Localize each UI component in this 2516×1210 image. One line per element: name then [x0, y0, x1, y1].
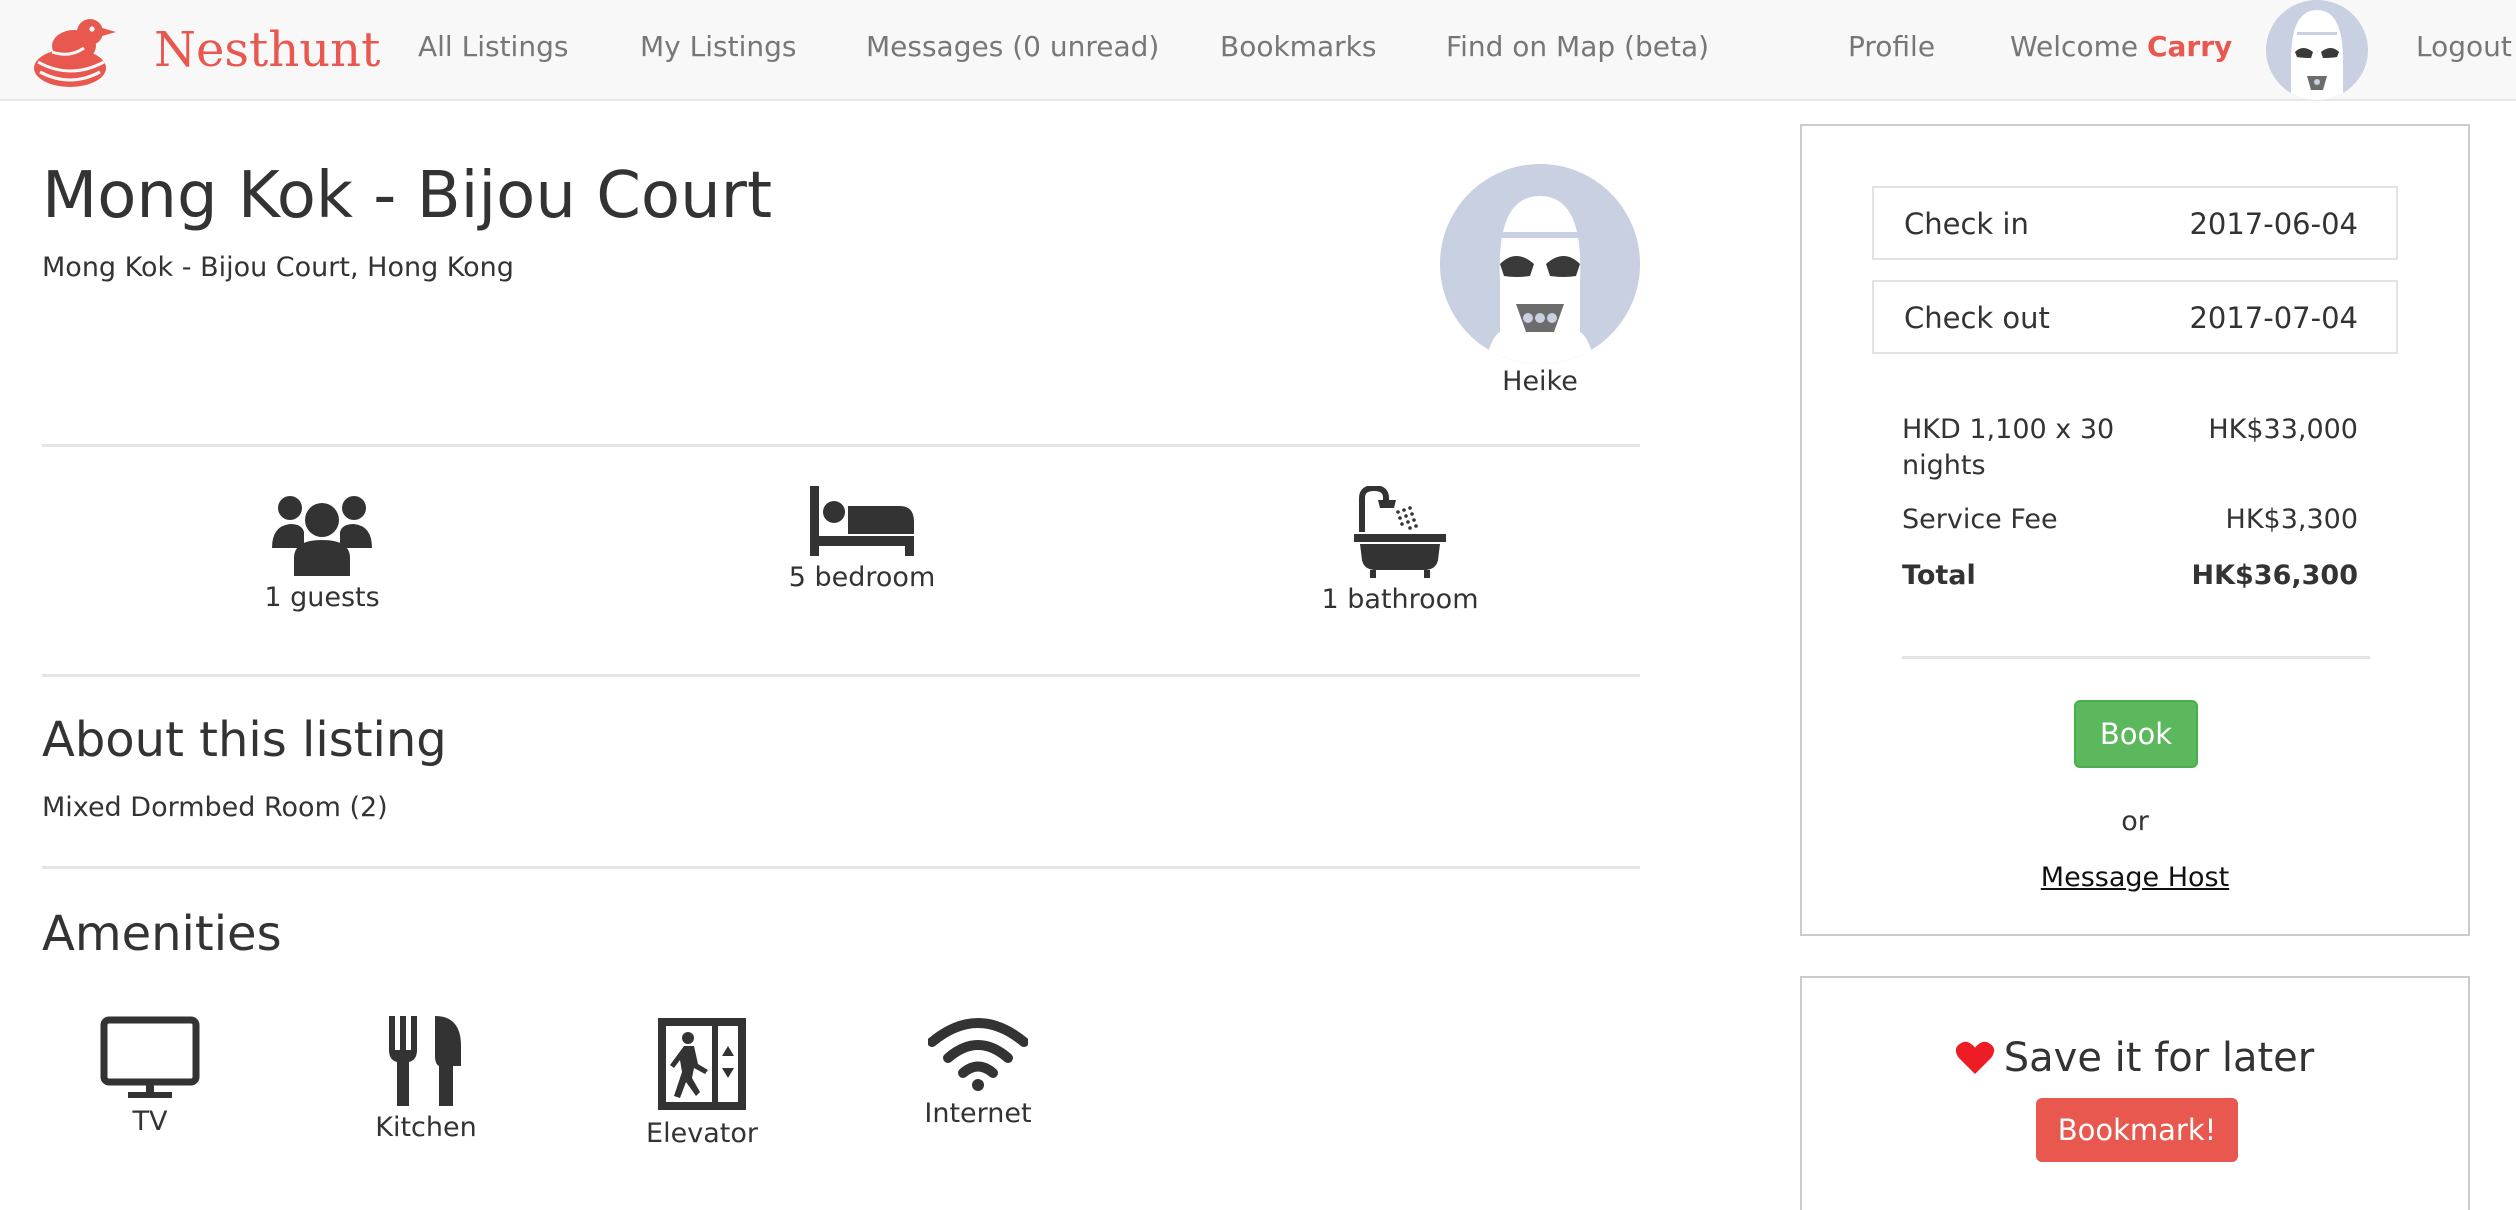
- nav-find-on-map[interactable]: Find on Map (beta): [1446, 30, 1709, 64]
- save-title: Save it for later: [1802, 1034, 2468, 1082]
- welcome-prefix: Welcome: [2010, 30, 2139, 63]
- amenity-kitchen: Kitchen: [336, 1016, 516, 1144]
- bookmark-button[interactable]: Bookmark!: [2036, 1098, 2238, 1162]
- amenity-label: TV: [132, 1106, 168, 1137]
- nightly-rate-value: HK$33,000: [2208, 414, 2358, 445]
- brand-name: Nesthunt: [154, 22, 381, 78]
- service-fee-label: Service Fee: [1902, 504, 2058, 535]
- nav-all-listings[interactable]: All Listings: [418, 30, 568, 64]
- welcome-text: Welcome Carry: [2010, 30, 2232, 64]
- bedrooms-label: 5 bedroom: [788, 562, 936, 593]
- tv-icon: [100, 1016, 200, 1098]
- amenities-heading: Amenities: [42, 906, 282, 962]
- users-group-icon: [272, 496, 372, 576]
- booking-card: Check in 2017-06-04 Check out 2017-07-04…: [1800, 124, 2470, 936]
- user-avatar[interactable]: [2266, 0, 2368, 100]
- save-for-later-card: Save it for later Bookmark!: [1800, 976, 2470, 1210]
- nightly-rate-label: HKD 1,100 x 30 nights: [1902, 414, 2115, 481]
- amenity-internet: Internet: [888, 1016, 1068, 1130]
- about-heading: About this listing: [42, 712, 447, 768]
- heart-icon: [1955, 1041, 1994, 1075]
- wifi-icon: [928, 1018, 1028, 1091]
- check-in-field[interactable]: Check in 2017-06-04: [1872, 186, 2398, 260]
- section-divider: [42, 866, 1640, 869]
- listing-address: Mong Kok - Bijou Court, Hong Kong: [42, 252, 514, 283]
- brand-home-link[interactable]: Nesthunt: [30, 12, 380, 92]
- book-button[interactable]: Book: [2074, 700, 2198, 768]
- nav-logout[interactable]: Logout: [2416, 30, 2512, 64]
- host-name: Heike: [1502, 366, 1578, 397]
- amenity-label: Elevator: [646, 1118, 758, 1149]
- amenity-label: Kitchen: [375, 1112, 477, 1143]
- save-title-text: Save it for later: [2003, 1035, 2315, 1081]
- amenity-tv: TV: [60, 1016, 240, 1138]
- message-host-container: Message Host: [1802, 862, 2468, 894]
- message-host-link[interactable]: Message Host: [2041, 862, 2229, 893]
- guests-label: 1 guests: [264, 582, 380, 613]
- bed-icon: [810, 486, 914, 556]
- nav-my-listings[interactable]: My Listings: [640, 30, 796, 64]
- check-out-field[interactable]: Check out 2017-07-04: [1872, 280, 2398, 354]
- bathtub-shower-icon: [1354, 486, 1446, 578]
- price-divider: [1902, 656, 2370, 659]
- total-label: Total: [1902, 560, 1976, 591]
- stormtrooper-avatar-icon: [2267, 0, 2367, 100]
- nav-profile[interactable]: Profile: [1848, 30, 1935, 64]
- elevator-icon: [658, 1018, 746, 1110]
- or-separator: or: [2121, 806, 2149, 837]
- welcome-user-name: Carry: [2146, 30, 2233, 63]
- bathrooms-label: 1 bathroom: [1321, 584, 1479, 615]
- stat-guests: 1 guests: [172, 486, 472, 614]
- nav-messages[interactable]: Messages (0 unread): [866, 30, 1159, 64]
- bird-nest-logo-icon: [34, 19, 116, 87]
- listing-title: Mong Kok - Bijou Court: [42, 159, 773, 233]
- amenity-label: Internet: [924, 1098, 1032, 1129]
- check-in-value: 2017-06-04: [2189, 207, 2358, 241]
- top-navbar: Nesthunt All Listings My Listings Messag…: [0, 0, 2516, 101]
- total-value: HK$36,300: [2191, 560, 2359, 591]
- stat-bedrooms: 5 bedroom: [712, 486, 1012, 594]
- nav-bookmarks[interactable]: Bookmarks: [1220, 30, 1376, 64]
- fork-knife-icon: [389, 1016, 461, 1106]
- stormtrooper-avatar-icon: [1440, 164, 1640, 364]
- stat-bathrooms: 1 bathroom: [1250, 486, 1550, 616]
- section-divider: [42, 674, 1640, 677]
- check-out-value: 2017-07-04: [2189, 301, 2358, 335]
- host-avatar[interactable]: [1440, 164, 1640, 364]
- amenity-elevator: Elevator: [612, 1016, 792, 1150]
- check-in-label: Check in: [1904, 207, 2029, 241]
- check-out-label: Check out: [1904, 301, 2050, 335]
- about-text: Mixed Dormbed Room (2): [42, 792, 388, 823]
- service-fee-value: HK$3,300: [2225, 504, 2358, 535]
- section-divider: [42, 444, 1640, 447]
